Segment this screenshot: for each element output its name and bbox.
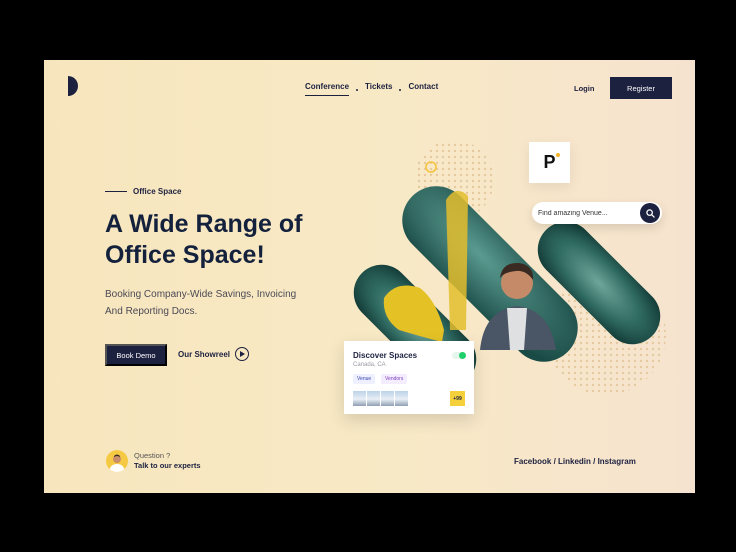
eyebrow-line	[105, 191, 127, 192]
main-nav: Conference Tickets Contact	[305, 82, 438, 96]
expert-question: Question ?	[134, 451, 171, 460]
discover-location: Canada, CA	[353, 362, 386, 368]
page-title: A Wide Range of Office Space!	[105, 209, 335, 271]
person-shirt	[507, 308, 527, 350]
space-thumbnail[interactable]	[395, 391, 408, 406]
space-thumbnail[interactable]	[353, 391, 366, 406]
showreel-link[interactable]: Our Showreel	[178, 347, 250, 361]
space-thumbnails	[353, 391, 409, 406]
book-demo-button[interactable]: Book Demo	[105, 344, 167, 366]
nav-item-tickets[interactable]: Tickets	[365, 82, 392, 96]
search-icon[interactable]	[640, 203, 660, 223]
discover-toggle[interactable]	[452, 352, 466, 359]
venue-search	[532, 202, 662, 224]
discover-title: Discover Spaces	[353, 351, 418, 360]
nav-item-conference[interactable]: Conference	[305, 82, 350, 96]
avatar	[106, 450, 128, 472]
expert-contact[interactable]: Question ? Talk to our experts	[106, 450, 201, 472]
expert-cta[interactable]: Talk to our experts	[134, 461, 201, 471]
tag-vendors[interactable]: Vendors	[381, 374, 408, 384]
yellow-lamp	[446, 190, 468, 330]
brand-dot	[556, 153, 560, 157]
title-line-2: Office Space!	[105, 241, 265, 269]
nav-separator	[399, 89, 402, 91]
logo-icon[interactable]	[68, 76, 78, 96]
hero-eyebrow: Office Space	[105, 187, 181, 196]
landing-page: Conference Tickets Contact Login Registe…	[44, 60, 695, 493]
tag-venue[interactable]: Venue	[353, 374, 376, 384]
discover-spaces-card[interactable]: Discover Spaces Canada, CA Venue Vendors…	[344, 341, 474, 414]
nav-separator	[356, 89, 359, 91]
brand-card: P	[529, 142, 570, 183]
subtitle-line-2: And Reporting Docs.	[105, 306, 198, 317]
register-button[interactable]: Register	[610, 77, 672, 99]
space-thumbnail[interactable]	[367, 391, 380, 406]
expert-text: Question ? Talk to our experts	[134, 451, 201, 471]
eyebrow-label: Office Space	[133, 187, 182, 196]
search-input[interactable]	[532, 208, 634, 218]
more-count-badge[interactable]: +99	[450, 391, 465, 406]
space-thumbnail[interactable]	[381, 391, 394, 406]
login-link[interactable]: Login	[574, 84, 594, 93]
subtitle-line-1: Booking Company-Wide Savings, Invoicing	[105, 289, 297, 300]
brand-letter: P	[543, 152, 556, 172]
showreel-label: Our Showreel	[178, 349, 231, 359]
play-icon[interactable]	[235, 347, 250, 361]
nav-item-contact[interactable]: Contact	[408, 82, 438, 96]
social-links[interactable]: Facebook / Linkedin / Instagram	[514, 457, 636, 466]
title-line-1: A Wide Range of	[105, 210, 303, 238]
hero-subtitle: Booking Company-Wide Savings, Invoicing …	[105, 286, 325, 320]
